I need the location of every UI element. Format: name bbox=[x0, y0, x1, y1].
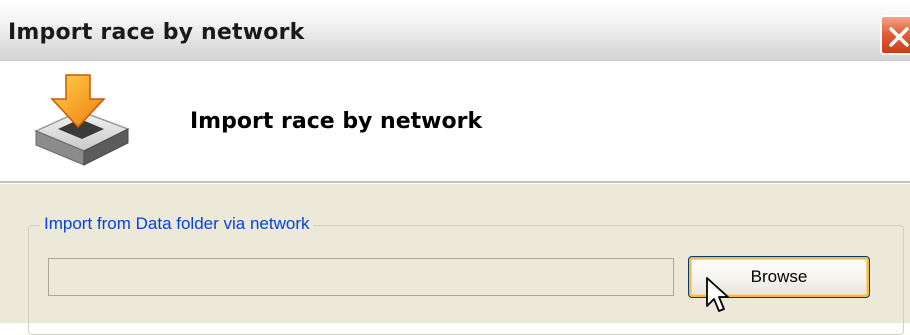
dialog-header: Import race by network bbox=[0, 61, 910, 181]
close-icon bbox=[889, 27, 909, 47]
close-button[interactable] bbox=[880, 15, 910, 55]
dialog-body: Import from Data folder via network Brow… bbox=[0, 184, 910, 335]
mouse-pointer-icon bbox=[706, 277, 729, 312]
network-path-field[interactable] bbox=[48, 258, 674, 296]
window-title: Import race by network bbox=[8, 20, 305, 45]
title-bar[interactable]: Import race by network bbox=[0, 0, 910, 61]
import-tray-icon bbox=[34, 74, 130, 166]
header-title: Import race by network bbox=[190, 109, 483, 134]
import-group-label: Import from Data folder via network bbox=[40, 214, 314, 234]
